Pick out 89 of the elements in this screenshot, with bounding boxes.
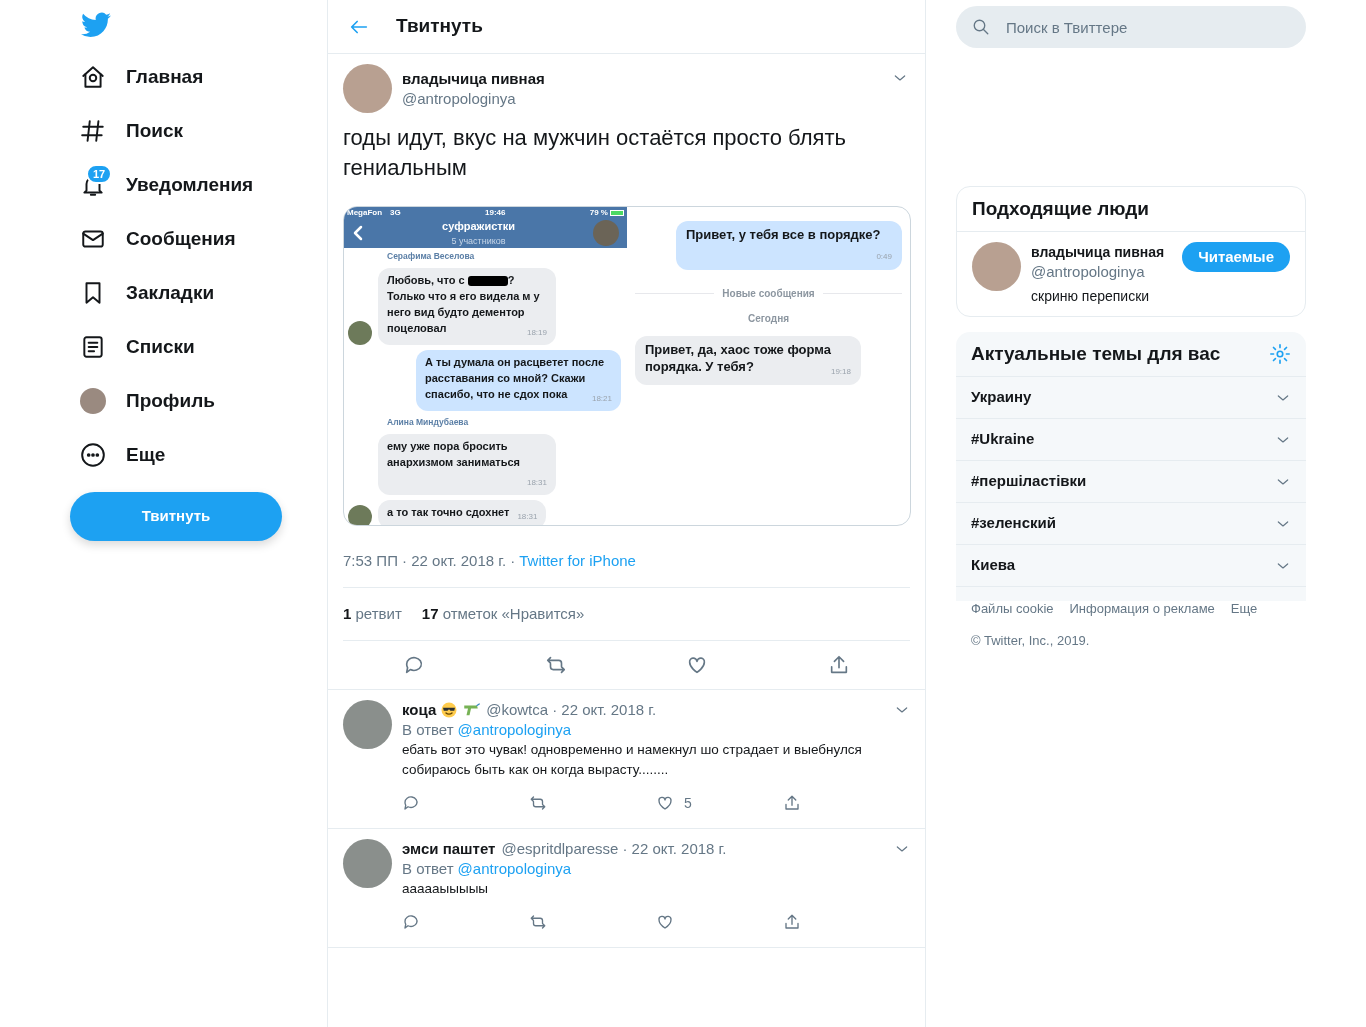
message-time: 18:21	[591, 392, 612, 405]
person-bio: скриню переписки	[1031, 287, 1151, 306]
nav-item[interactable]: Закладки	[70, 266, 283, 320]
home-icon	[80, 64, 106, 90]
avatar-placeholder	[343, 839, 392, 888]
battery-percent: 79 %	[589, 207, 608, 219]
tweet-timestamp[interactable]: 7:53 ПП · 22 окт. 2018 г. ·	[343, 550, 516, 573]
avatar-placeholder	[80, 388, 106, 414]
avatar-placeholder	[343, 64, 392, 113]
message-time: 18:31	[526, 476, 547, 489]
section-title: Актуальные темы для вас	[971, 341, 1221, 366]
reply-context: В ответ	[402, 720, 454, 740]
message-bubble: Привет, у тебя все в порядке? 0:49	[676, 221, 902, 270]
footer-link[interactable]: Информация о рекламе	[1069, 599, 1215, 619]
battery-icon	[610, 209, 624, 216]
bird-logo-icon[interactable]	[81, 12, 111, 38]
reply-context: В ответ	[402, 859, 454, 879]
chat-title: суфражистки	[442, 219, 515, 234]
author-name[interactable]: эмси паштет	[402, 839, 496, 859]
message-time: 19:18	[830, 366, 851, 378]
reply-text: аааааыыыыы	[402, 880, 490, 898]
tweet-text: годы идут, вкус на мужчин остаётся просто блять гениальным	[343, 124, 847, 182]
person-handle[interactable]: @antropologinya	[1031, 262, 1173, 282]
search-field[interactable]: Поиск в Твиттере	[956, 6, 1306, 48]
sender-name: Алина Миндубаева	[386, 415, 470, 429]
message-bubble: А ты думала он расцветет после расставания со мной? Скажи спасибо, что не сдох пока 18:21	[416, 349, 621, 411]
trend-item[interactable]: #зеленский	[956, 503, 1306, 545]
footer-link[interactable]: Еще	[1230, 599, 1258, 619]
avatar-placeholder	[972, 242, 1021, 291]
message-bubble: Любовь, что с ? Только что я его видела м у него вид будто дементор поцеловал 18:19	[378, 267, 556, 345]
reply-icon[interactable]	[402, 794, 420, 812]
group-avatar-placeholder	[593, 220, 619, 246]
stat-link[interactable]: 17 отметок «Нравится»	[421, 602, 585, 625]
stat-link[interactable]: 1 ретвит	[343, 602, 402, 625]
notification-badge: 17	[86, 164, 113, 184]
nav-item[interactable]: Главная	[70, 50, 283, 104]
like-icon[interactable]	[656, 794, 674, 812]
hash-icon	[80, 118, 106, 144]
trend-item[interactable]: Киева	[956, 545, 1306, 587]
nav-item[interactable]: 17 Уведомления	[70, 158, 283, 212]
person-name[interactable]: владычица пивная	[1031, 242, 1173, 262]
carrier-name: MegaFon	[347, 207, 383, 219]
retweet-icon[interactable]	[529, 794, 547, 812]
separator-label: Новые сообщения	[722, 287, 815, 301]
nav-item[interactable]: Сообщения	[70, 212, 283, 266]
chat-subtitle: 5 участников	[451, 234, 506, 248]
back-chevron-icon	[352, 225, 364, 241]
nav-item[interactable]: Профиль	[70, 374, 283, 428]
trend-item[interactable]: #першіластівки	[956, 461, 1306, 503]
avatar-placeholder	[343, 700, 392, 749]
search-icon	[972, 18, 990, 36]
reply-date[interactable]: · 22 окт. 2018 г.	[552, 700, 657, 720]
share-icon[interactable]	[783, 794, 801, 812]
status-time: 19:46	[485, 207, 506, 219]
list-icon	[80, 334, 106, 360]
sender-name: Серафима Веселова	[386, 250, 476, 263]
message-bubble: ему уже пора бросить анархизмом заниматься 18:31	[378, 433, 556, 495]
reply-text: ебать вот это чувак! одновременно и намекнул шо страдает и выебнулся собираюсь быть как он когда вырасту........	[402, 741, 863, 779]
author-handle[interactable]: @kowtca	[486, 700, 549, 720]
copyright: © Twitter, Inc., 2019.	[970, 631, 1091, 650]
date-label: Сегодня	[748, 312, 789, 326]
message-time: 18:19	[526, 326, 547, 339]
like-count: 5	[684, 794, 692, 813]
trend-item[interactable]: #Ukraine	[956, 419, 1306, 461]
trend-item[interactable]: Украину	[956, 377, 1306, 419]
message-time: 0:49	[876, 251, 892, 263]
footer-link[interactable]: Файлы cookie	[971, 599, 1054, 619]
share-icon[interactable]	[783, 913, 801, 931]
message-time: 18:31	[517, 510, 538, 523]
nav-item[interactable]: Поиск	[70, 104, 283, 158]
message-bubble: Привет, да, хаос тоже форма порядка. У тебя? 19:18	[635, 336, 861, 385]
author-handle[interactable]: @antropologinya	[402, 88, 882, 109]
nav-item[interactable]: Списки	[70, 320, 283, 374]
retweet-icon[interactable]	[544, 654, 567, 676]
retweet-icon[interactable]	[529, 913, 547, 931]
page-title: Твитнуть	[396, 14, 483, 39]
author-handle[interactable]: @espritdlparesse	[501, 839, 619, 859]
sunglasses-face-icon	[440, 701, 459, 719]
nav-item[interactable]: Еще	[70, 428, 283, 482]
author-name[interactable]: владычица пивная	[402, 68, 882, 89]
more-icon	[80, 442, 106, 468]
reply-icon[interactable]	[402, 913, 420, 931]
like-icon[interactable]	[656, 913, 674, 931]
reply-date[interactable]: · 22 окт. 2018 г.	[622, 839, 727, 859]
author-name[interactable]: коца	[402, 700, 437, 720]
network-type: 3G	[390, 207, 401, 219]
message-bubble: а то так точно сдохнет 18:31	[378, 499, 547, 525]
section-title: Подходящие люди	[957, 187, 1305, 232]
settings-icon[interactable]	[1269, 343, 1291, 365]
